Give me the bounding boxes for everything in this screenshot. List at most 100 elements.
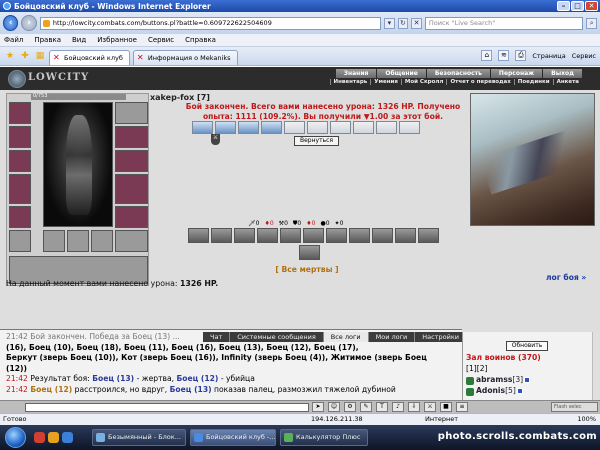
slot-gloves[interactable] bbox=[115, 126, 148, 148]
action-button[interactable] bbox=[303, 228, 324, 243]
refresh-icon[interactable]: ↻ bbox=[397, 17, 409, 29]
feeds-icon[interactable]: ≋ bbox=[498, 50, 510, 61]
user-name[interactable]: Adonis bbox=[476, 386, 505, 395]
status-zone[interactable]: Интернет bbox=[425, 414, 458, 425]
scroll-slot[interactable] bbox=[307, 121, 328, 134]
user-list-scrollbar[interactable] bbox=[592, 332, 600, 400]
action-button[interactable] bbox=[395, 228, 416, 243]
favorites-star-icon[interactable]: ★ bbox=[4, 50, 16, 62]
character-avatar[interactable] bbox=[43, 102, 113, 227]
url-input[interactable]: http://lowcity.combats.com/buttons.pl?ba… bbox=[39, 16, 381, 30]
info-icon[interactable] bbox=[516, 388, 523, 394]
scroll-slot[interactable] bbox=[261, 121, 282, 134]
submenu-inventory[interactable]: Инвентарь bbox=[329, 79, 371, 85]
print-icon[interactable]: ⎙ bbox=[515, 50, 527, 61]
action-button[interactable] bbox=[280, 228, 301, 243]
search-input[interactable]: Поиск "Live Search" bbox=[424, 16, 584, 30]
slot-ring-1[interactable] bbox=[43, 230, 65, 252]
scroll-slot[interactable] bbox=[284, 121, 305, 134]
back-arrow-icon[interactable]: ‹ bbox=[3, 15, 19, 31]
fight-icon[interactable]: ⚔ bbox=[424, 402, 436, 412]
action-button[interactable] bbox=[418, 228, 439, 243]
clear-icon[interactable]: ✎ bbox=[360, 402, 372, 412]
menu-edit[interactable]: Правка bbox=[34, 36, 61, 44]
menu-communication[interactable]: Общение bbox=[377, 69, 426, 78]
scroll-slot[interactable] bbox=[376, 121, 397, 134]
dropdown-icon[interactable]: ▾ bbox=[384, 17, 395, 29]
scroll-slot[interactable] bbox=[215, 121, 236, 134]
user-action-icon[interactable] bbox=[466, 377, 474, 385]
user-entry[interactable]: Adonis[5] bbox=[476, 386, 523, 395]
slot-empty-2[interactable] bbox=[115, 230, 148, 252]
slot-boots[interactable] bbox=[115, 206, 148, 228]
player-nickname[interactable]: xakep-fox [7] bbox=[150, 93, 210, 102]
smiley-icon[interactable]: ☺ bbox=[328, 402, 340, 412]
slot-empty-1[interactable] bbox=[9, 230, 31, 252]
search-icon[interactable]: ⌕ bbox=[586, 17, 598, 29]
tab-mekaniks-info[interactable]: Информация о Mekaniks bbox=[132, 50, 238, 65]
info-icon[interactable] bbox=[524, 377, 531, 383]
slot-amulet[interactable] bbox=[9, 126, 31, 148]
flash-select[interactable]: Flash selec bbox=[551, 402, 598, 412]
stop-icon[interactable]: ✕ bbox=[411, 17, 422, 29]
menu-security[interactable]: Безопасность bbox=[426, 69, 490, 78]
scroll-slot[interactable] bbox=[330, 121, 351, 134]
chat-name[interactable]: Боец (12) bbox=[30, 385, 72, 394]
tools-menu[interactable]: Сервис bbox=[572, 52, 596, 60]
quicklaunch-icon[interactable] bbox=[34, 432, 45, 443]
tab-list-icon[interactable]: ▦ bbox=[34, 50, 46, 62]
menu-icon[interactable]: ≡ bbox=[456, 402, 468, 412]
chat-name[interactable]: Боец (12) bbox=[176, 374, 218, 383]
taskbar-item-browser[interactable]: Бойцовский клуб -... bbox=[190, 429, 276, 446]
tab-settings[interactable]: Настройки bbox=[415, 332, 467, 342]
start-button-icon[interactable] bbox=[5, 427, 26, 448]
slot-ring-2[interactable] bbox=[67, 230, 89, 252]
scroll-lock-icon[interactable]: ⇩ bbox=[408, 402, 420, 412]
tab-all-logs[interactable]: Все логи bbox=[323, 332, 369, 342]
close-icon[interactable]: ✕ bbox=[585, 1, 598, 11]
filter-icon[interactable]: ⚙ bbox=[344, 402, 356, 412]
submenu-my-scroll[interactable]: Мой Скролл bbox=[400, 79, 447, 85]
user-entry[interactable]: abramss[3] bbox=[476, 375, 531, 384]
submenu-transfers[interactable]: Отчет о переводах bbox=[446, 79, 513, 85]
slot-armor[interactable] bbox=[9, 174, 31, 204]
tab-my-logs[interactable]: Мои логи bbox=[368, 332, 416, 342]
fight-log-link[interactable]: лог боя » bbox=[546, 273, 586, 282]
menu-character[interactable]: Персонаж bbox=[490, 69, 543, 78]
forward-arrow-icon[interactable]: › bbox=[21, 15, 37, 31]
taskbar-item-calculator[interactable]: Калькулятор Плюс bbox=[280, 429, 368, 446]
submenu-profile[interactable]: Анкета bbox=[552, 79, 582, 85]
action-button[interactable] bbox=[188, 228, 209, 243]
action-button[interactable] bbox=[234, 228, 255, 243]
user-action-icon[interactable] bbox=[466, 388, 474, 396]
action-button[interactable] bbox=[257, 228, 278, 243]
action-button[interactable] bbox=[211, 228, 232, 243]
page-menu[interactable]: Страница bbox=[532, 52, 565, 60]
action-button[interactable] bbox=[349, 228, 370, 243]
slot-pants[interactable] bbox=[115, 174, 148, 204]
tab-fight-club[interactable]: Бойцовский клуб bbox=[49, 50, 130, 65]
action-button[interactable] bbox=[299, 245, 320, 260]
tab-system-messages[interactable]: Системные сообщения bbox=[230, 332, 324, 342]
menu-file[interactable]: Файл bbox=[4, 36, 23, 44]
menu-tools[interactable]: Сервис bbox=[148, 36, 174, 44]
user-list-pages[interactable]: [1][2] bbox=[466, 364, 488, 373]
submenu-fights[interactable]: Поединки bbox=[513, 79, 553, 85]
sound-icon[interactable]: ♪ bbox=[392, 402, 404, 412]
chat-name[interactable]: Боец (13) bbox=[92, 374, 134, 383]
menu-favorites[interactable]: Избранное bbox=[97, 36, 137, 44]
home-icon[interactable]: ⌂ bbox=[481, 50, 493, 61]
translit-icon[interactable]: T bbox=[376, 402, 388, 412]
action-button[interactable] bbox=[326, 228, 347, 243]
slot-ring-3[interactable] bbox=[91, 230, 113, 252]
chat-message-input[interactable] bbox=[25, 403, 309, 412]
slot-helmet[interactable] bbox=[9, 102, 31, 124]
add-favorites-icon[interactable]: ✚ bbox=[19, 50, 31, 62]
slot-shield[interactable] bbox=[115, 150, 148, 172]
action-button[interactable] bbox=[372, 228, 393, 243]
scroll-slot[interactable] bbox=[353, 121, 374, 134]
refresh-button[interactable]: Обновить bbox=[506, 341, 548, 351]
chat-name[interactable]: Боец (13) bbox=[170, 385, 212, 394]
submenu-skills[interactable]: Умения bbox=[370, 79, 401, 85]
slot-earring[interactable] bbox=[115, 102, 148, 124]
